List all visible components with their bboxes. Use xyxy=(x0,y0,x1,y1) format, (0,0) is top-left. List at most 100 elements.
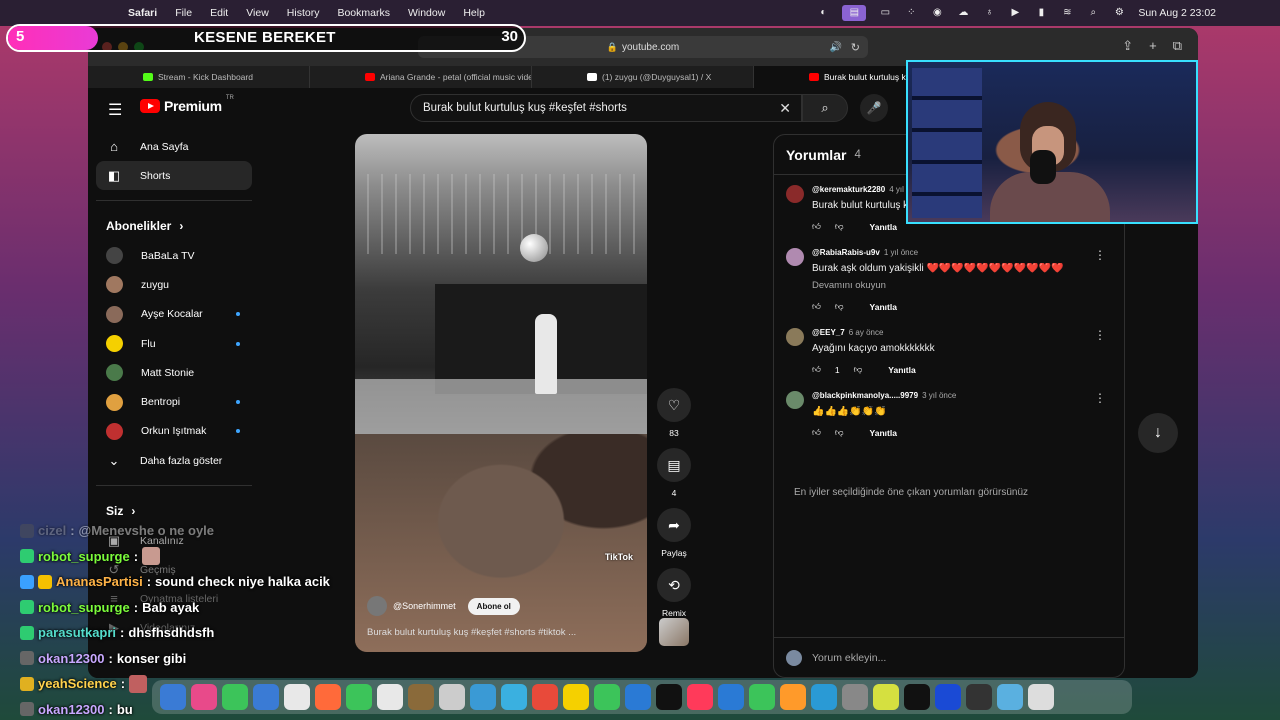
heart-icon[interactable]: ♡ xyxy=(657,388,691,422)
comment-author[interactable]: @EEY_7 xyxy=(812,328,845,337)
dock-app-icon[interactable] xyxy=(377,684,403,710)
sidebar-item-home[interactable]: ⌂ Ana Sayfa xyxy=(96,132,252,161)
dock-app-icon[interactable] xyxy=(408,684,434,710)
sound-thumbnail[interactable] xyxy=(659,618,689,646)
subscription-item[interactable]: Ayşe Kocalar xyxy=(96,300,252,329)
dock-app-icon[interactable] xyxy=(532,684,558,710)
reply-button[interactable]: Yanıtla xyxy=(870,222,897,232)
dock-app-icon[interactable] xyxy=(346,684,372,710)
battery-icon[interactable]: ▮ xyxy=(1034,7,1048,19)
voice-search-icon[interactable]: 🎤 xyxy=(860,94,888,122)
dock-app-icon[interactable] xyxy=(625,684,651,710)
avatar[interactable] xyxy=(786,328,804,346)
youtube-premium-logo[interactable]: Premium TR xyxy=(140,95,234,114)
dock-app-icon[interactable] xyxy=(966,684,992,710)
thumbs-up-icon[interactable]: 👍︎ xyxy=(812,427,821,438)
thumbs-up-icon[interactable]: 👍︎ xyxy=(812,221,821,232)
dock-app-icon[interactable] xyxy=(315,684,341,710)
clear-search-icon[interactable]: ✕ xyxy=(779,100,791,117)
sidebar-item-shorts[interactable]: ◧ Shorts xyxy=(96,161,252,190)
add-comment-field[interactable]: Yorum ekleyin... xyxy=(774,637,1124,677)
dock-app-icon[interactable] xyxy=(718,684,744,710)
thumbs-up-icon[interactable]: 👍︎ xyxy=(812,364,821,375)
comment-icon[interactable]: ▤ xyxy=(657,448,691,482)
dock-app-icon[interactable] xyxy=(563,684,589,710)
dock-app-icon[interactable] xyxy=(687,684,713,710)
comment-action[interactable]: ▤ 4 xyxy=(656,448,692,498)
subscription-item[interactable]: zuygu xyxy=(96,270,252,299)
audio-playing-icon[interactable]: 🔊 xyxy=(830,42,842,53)
menu-bookmarks[interactable]: Bookmarks xyxy=(337,7,390,19)
clock[interactable]: Sun Aug 2 23:02 xyxy=(1138,7,1216,19)
status-highlighted-icon[interactable]: ▤ xyxy=(842,5,867,21)
show-more-button[interactable]: ⌄ Daha fazla göster xyxy=(96,446,252,475)
dock-app-icon[interactable] xyxy=(501,684,527,710)
reload-icon[interactable]: ↻ xyxy=(851,41,860,54)
dock-app-icon[interactable] xyxy=(842,684,868,710)
dock-app-icon[interactable] xyxy=(904,684,930,710)
menu-help[interactable]: Help xyxy=(463,7,485,19)
avatar[interactable] xyxy=(786,185,804,203)
reply-button[interactable]: Yanıtla xyxy=(870,302,897,312)
subscriptions-heading[interactable]: Abonelikler › xyxy=(96,211,252,241)
cloud-icon[interactable]: ☁ xyxy=(956,7,970,19)
hamburger-menu-icon[interactable]: ☰ xyxy=(108,100,122,120)
more-options-icon[interactable]: ⋮ xyxy=(1094,391,1106,405)
avatar[interactable] xyxy=(786,391,804,409)
more-options-icon[interactable]: ⋮ xyxy=(1094,248,1106,262)
comment-author[interactable]: @blackpinkmanolya.....9979 xyxy=(812,391,918,400)
dock-app-icon[interactable] xyxy=(160,684,186,710)
menu-edit[interactable]: Edit xyxy=(210,7,228,19)
remix-icon[interactable]: ⟲ xyxy=(657,568,691,602)
dock-app-icon[interactable] xyxy=(594,684,620,710)
dock-app-icon[interactable] xyxy=(935,684,961,710)
menu-app-name[interactable]: Safari xyxy=(128,7,157,19)
search-input[interactable]: Burak bulut kurtuluş kuş #keşfet #shorts… xyxy=(410,94,802,122)
remix-action[interactable]: ⟲ Remix xyxy=(656,568,692,618)
grid-icon[interactable]: ⁘ xyxy=(904,7,918,19)
dock-app-icon[interactable] xyxy=(780,684,806,710)
reply-button[interactable]: Yanıtla xyxy=(870,428,897,438)
comment-author[interactable]: @RabiaRabis-u9v xyxy=(812,248,880,257)
more-options-icon[interactable]: ⋮ xyxy=(1094,328,1106,342)
thumbs-down-icon[interactable]: 👎︎ xyxy=(854,364,863,375)
share-arrow-icon[interactable]: ➦ xyxy=(657,508,691,542)
dock-app-icon[interactable] xyxy=(997,684,1023,710)
tab-x-zuygu[interactable]: (1) zuygu (@Duyguysal1) / X xyxy=(532,66,754,88)
subscription-item[interactable]: Flu xyxy=(96,329,252,358)
status-app-icon[interactable]: ◉ xyxy=(930,7,944,19)
search-icon[interactable]: ⌕ xyxy=(1086,7,1100,19)
menu-view[interactable]: View xyxy=(246,7,269,19)
dock-app-icon[interactable] xyxy=(811,684,837,710)
tab-kick-dashboard[interactable]: Stream - Kick Dashboard xyxy=(88,66,310,88)
read-more-link[interactable]: Devamını okuyun xyxy=(812,280,1106,291)
thumbs-down-icon[interactable]: 👎︎ xyxy=(835,301,844,312)
wifi-icon[interactable]: ≋ xyxy=(1060,7,1074,19)
menu-file[interactable]: File xyxy=(175,7,192,19)
status-app-icon[interactable]: ♁ xyxy=(982,7,996,19)
menu-window[interactable]: Window xyxy=(408,7,445,19)
reply-button[interactable]: Yanıtla xyxy=(888,365,915,375)
subscription-item[interactable]: Bentropi xyxy=(96,387,252,416)
like-action[interactable]: ♡ 83 xyxy=(656,388,692,438)
dock-app-icon[interactable] xyxy=(191,684,217,710)
subscription-item[interactable]: Orkun Işıtmak xyxy=(96,417,252,446)
share-icon[interactable]: ⇪ xyxy=(1122,38,1133,54)
thumbs-up-icon[interactable]: 👍︎ xyxy=(812,301,821,312)
share-action[interactable]: ➦ Paylaş xyxy=(656,508,692,558)
dock-app-icon[interactable] xyxy=(470,684,496,710)
play-circle-icon[interactable]: ▶ xyxy=(1008,7,1022,19)
subscription-item[interactable]: BaBaLa TV xyxy=(96,241,252,270)
thumbs-down-icon[interactable]: 👎︎ xyxy=(835,221,844,232)
status-app-icon[interactable]: ◐ xyxy=(816,7,830,19)
dock-app-icon[interactable] xyxy=(749,684,775,710)
dock-app-icon[interactable] xyxy=(1028,684,1054,710)
dock-app-icon[interactable] xyxy=(656,684,682,710)
new-tab-icon[interactable]: + xyxy=(1149,38,1157,54)
search-button[interactable]: ⌕ xyxy=(802,94,848,122)
dock-app-icon[interactable] xyxy=(439,684,465,710)
avatar[interactable] xyxy=(786,248,804,266)
control-center-icon[interactable]: ⚙ xyxy=(1112,7,1126,19)
dock-app-icon[interactable] xyxy=(873,684,899,710)
dock-app-icon[interactable] xyxy=(284,684,310,710)
